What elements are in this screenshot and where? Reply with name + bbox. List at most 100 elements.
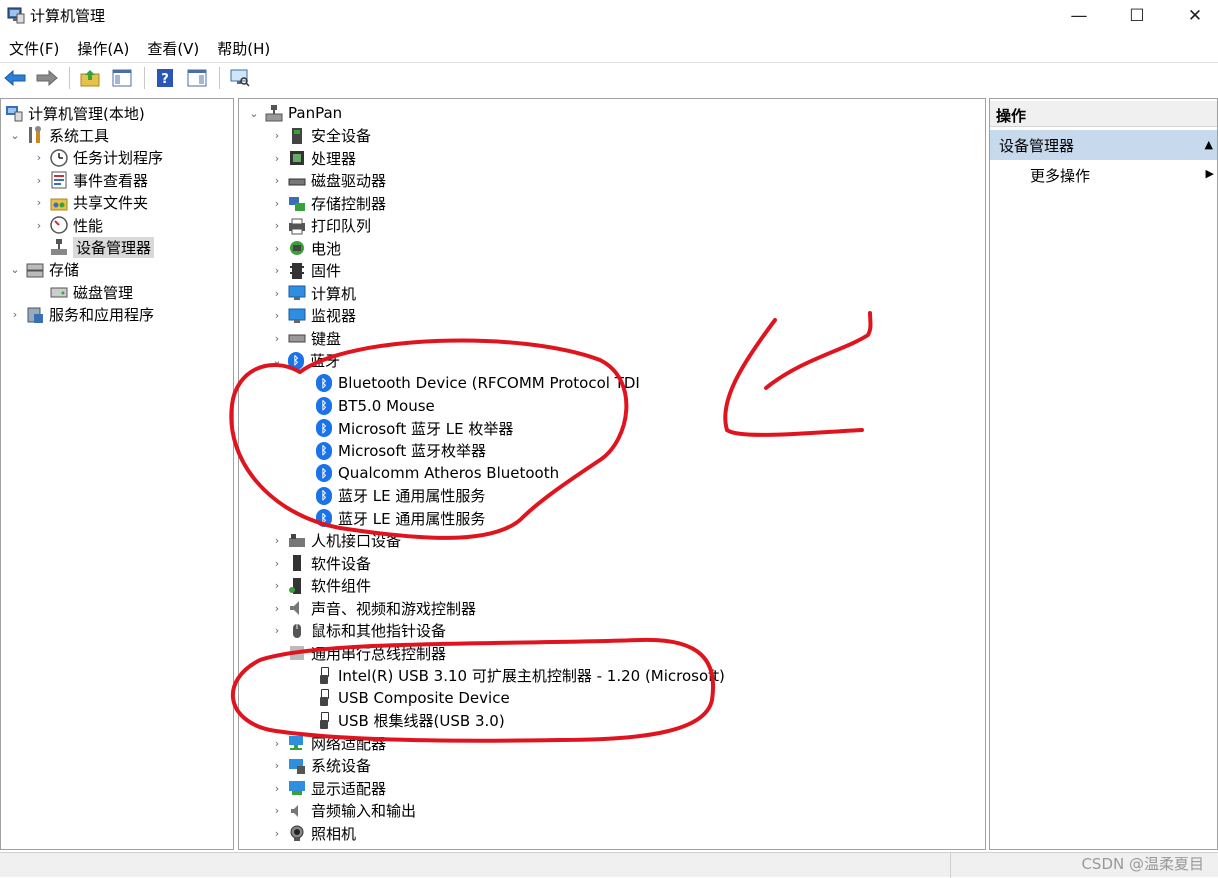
collapsed-chevron-icon[interactable]: ›	[32, 196, 46, 209]
tree-item-performance[interactable]: › 性能	[32, 214, 103, 236]
collapsed-chevron-icon[interactable]: ›	[32, 151, 46, 164]
bluetooth-device-item[interactable]: ᛒ Qualcomm Atheros Bluetooth	[312, 462, 559, 484]
bluetooth-device-item[interactable]: ᛒ 蓝牙 LE 通用属性服务	[312, 485, 485, 507]
category-security-device[interactable]: › 安全设备	[270, 125, 371, 147]
collapsed-chevron-icon[interactable]: ›	[270, 759, 284, 772]
expanded-chevron-icon[interactable]: ⌄	[247, 107, 261, 120]
usb-device-item[interactable]: USB 根集线器(USB 3.0)	[312, 710, 505, 732]
category-usb[interactable]: ⌄ 通用串行总线控制器	[270, 642, 446, 664]
category-disk-drive[interactable]: › 磁盘驱动器	[270, 170, 386, 192]
category-software-device[interactable]: › 软件设备	[270, 552, 371, 574]
bluetooth-device-item[interactable]: ᛒ Bluetooth Device (RFCOMM Protocol TDI	[312, 372, 640, 394]
show-action-pane-button[interactable]	[185, 67, 209, 89]
collapsed-chevron-icon[interactable]: ›	[270, 782, 284, 795]
tree-item-services[interactable]: › 服务和应用程序	[8, 304, 154, 326]
collapsed-chevron-icon[interactable]: ›	[270, 174, 284, 187]
category-printer[interactable]: › 打印队列	[270, 215, 371, 237]
computer-host-icon	[265, 104, 283, 122]
menu-help[interactable]: 帮助(H)	[208, 36, 279, 62]
bluetooth-device-item[interactable]: ᛒ 蓝牙 LE 通用属性服务	[312, 507, 485, 529]
category-firmware[interactable]: › 固件	[270, 260, 341, 282]
audio-io-icon	[288, 802, 306, 820]
tree-item-label: 事件查看器	[73, 171, 149, 190]
category-computer[interactable]: › 计算机	[270, 282, 356, 304]
tree-item-disk-management[interactable]: 磁盘管理	[32, 281, 133, 303]
tree-item-computer-management[interactable]: 计算机管理(本地)	[1, 102, 145, 124]
collapsed-chevron-icon[interactable]: ›	[270, 332, 284, 345]
category-display-adapter[interactable]: › 显示适配器	[270, 777, 386, 799]
collapsed-chevron-icon[interactable]: ›	[270, 624, 284, 637]
category-camera[interactable]: › 照相机	[270, 822, 356, 844]
category-audio-io[interactable]: › 音频输入和输出	[270, 800, 416, 822]
menu-view[interactable]: 查看(V)	[138, 36, 208, 62]
tree-item-clock[interactable]: › 任务计划程序	[32, 147, 163, 169]
maximize-button[interactable]: ☐	[1108, 0, 1166, 32]
help-icon: ?	[157, 69, 173, 87]
collapsed-chevron-icon[interactable]: ›	[270, 827, 284, 840]
category-hid[interactable]: › 人机接口设备	[270, 530, 401, 552]
tree-item-shared-folder[interactable]: › 共享文件夹	[32, 192, 148, 214]
collapsed-chevron-icon[interactable]: ›	[270, 197, 284, 210]
collapsed-chevron-icon[interactable]: ›	[270, 579, 284, 592]
category-software-component[interactable]: › 软件组件	[270, 575, 371, 597]
collapsed-chevron-icon[interactable]: ›	[270, 242, 284, 255]
actions-section-device-manager[interactable]: 设备管理器 ▲	[990, 130, 1217, 160]
toolbar: ?	[0, 62, 1218, 93]
category-mouse[interactable]: › 鼠标和其他指针设备	[270, 620, 446, 642]
usb-device-item[interactable]: USB Composite Device	[312, 687, 510, 709]
menu-file[interactable]: 文件(F)	[0, 36, 68, 62]
minimize-button[interactable]: —	[1050, 0, 1108, 32]
category-monitor[interactable]: › 监视器	[270, 305, 356, 327]
expanded-chevron-icon[interactable]: ⌄	[270, 354, 284, 367]
collapsed-chevron-icon[interactable]: ›	[270, 152, 284, 165]
collapsed-chevron-icon[interactable]: ›	[8, 308, 22, 321]
collapsed-chevron-icon[interactable]: ›	[270, 804, 284, 817]
category-label: 处理器	[311, 149, 357, 168]
performance-icon	[50, 216, 68, 234]
category-system-device[interactable]: › 系统设备	[270, 755, 371, 777]
collapsed-chevron-icon[interactable]: ›	[270, 557, 284, 570]
disk-management-icon	[50, 283, 68, 301]
category-bluetooth[interactable]: ⌄ ᛒ 蓝牙	[270, 350, 340, 372]
category-label: 安全设备	[311, 127, 372, 145]
category-storage-controller[interactable]: › 存储控制器	[270, 192, 386, 214]
device-label: Qualcomm Atheros Bluetooth	[338, 464, 560, 482]
bluetooth-device-item[interactable]: ᛒ Microsoft 蓝牙 LE 枚举器	[312, 417, 513, 439]
collapsed-chevron-icon[interactable]: ›	[270, 287, 284, 300]
collapsed-chevron-icon[interactable]: ›	[270, 129, 284, 142]
collapsed-chevron-icon[interactable]: ›	[270, 309, 284, 322]
close-button[interactable]: ✕	[1166, 0, 1218, 32]
tree-item-storage[interactable]: ⌄ 存储	[8, 259, 79, 281]
collapsed-chevron-icon[interactable]: ›	[270, 602, 284, 615]
category-processor[interactable]: › 处理器	[270, 147, 356, 169]
up-level-button[interactable]	[78, 67, 102, 89]
expanded-chevron-icon[interactable]: ⌄	[8, 129, 22, 142]
back-button[interactable]	[3, 67, 27, 89]
collapsed-chevron-icon[interactable]: ›	[270, 534, 284, 547]
category-keyboard[interactable]: › 键盘	[270, 327, 341, 349]
more-actions-item[interactable]: 更多操作	[1030, 165, 1090, 186]
scan-hardware-button[interactable]	[228, 67, 252, 89]
show-hide-tree-button[interactable]	[110, 67, 134, 89]
category-sound[interactable]: › 声音、视频和游戏控制器	[270, 597, 476, 619]
usb-device-item[interactable]: Intel(R) USB 3.10 可扩展主机控制器 - 1.20 (Micro…	[312, 665, 725, 687]
collapsed-chevron-icon[interactable]: ›	[270, 737, 284, 750]
tree-item-tools[interactable]: ⌄ 系统工具	[8, 124, 109, 146]
expanded-chevron-icon[interactable]: ⌄	[270, 647, 284, 660]
category-network-adapter[interactable]: › 网络适配器	[270, 732, 386, 754]
bluetooth-device-item[interactable]: ᛒ Microsoft 蓝牙枚举器	[312, 440, 486, 462]
menu-action[interactable]: 操作(A)	[68, 36, 138, 62]
expanded-chevron-icon[interactable]: ⌄	[8, 263, 22, 276]
collapsed-chevron-icon[interactable]: ›	[32, 174, 46, 187]
bluetooth-device-item[interactable]: ᛒ BT5.0 Mouse	[312, 395, 435, 417]
mouse-icon	[288, 622, 306, 640]
collapsed-chevron-icon[interactable]: ›	[32, 219, 46, 232]
tree-item-event-viewer[interactable]: › 事件查看器	[32, 169, 148, 191]
tree-item-device-manager[interactable]: 设备管理器	[32, 236, 155, 258]
category-battery[interactable]: › 电池	[270, 237, 341, 259]
device-tree-root[interactable]: ⌄ PanPan	[247, 102, 342, 124]
collapsed-chevron-icon[interactable]: ›	[270, 264, 284, 277]
collapsed-chevron-icon[interactable]: ›	[270, 219, 284, 232]
help-button[interactable]: ?	[153, 67, 177, 89]
forward-button[interactable]	[35, 67, 59, 89]
